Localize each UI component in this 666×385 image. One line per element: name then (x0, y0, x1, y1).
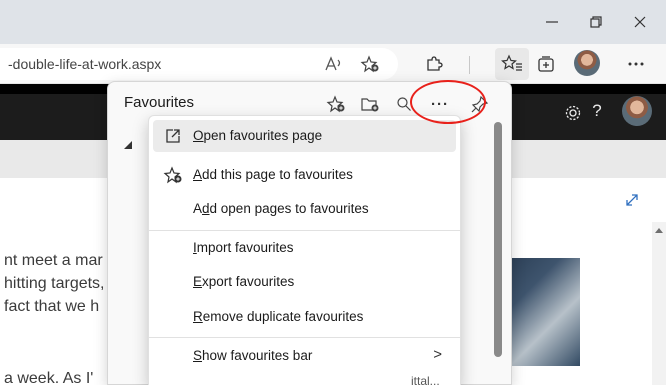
menu-item-remove-duplicates[interactable]: Remove duplicate favourites (153, 301, 456, 333)
menu-item-add-open-pages[interactable]: Add open pages to favourites (153, 193, 456, 225)
help-label: ? (592, 101, 602, 120)
menu-divider (149, 337, 460, 338)
minimize-icon (546, 21, 558, 23)
site-settings-button[interactable] (562, 102, 584, 124)
extensions-button[interactable] (420, 50, 448, 78)
window-title-bar (0, 0, 666, 44)
favourites-list-icon (501, 54, 522, 71)
menu-item-import-favourites[interactable]: Import favourites (153, 232, 456, 264)
scroll-up-arrow-icon[interactable] (655, 228, 663, 233)
read-aloud-icon (325, 56, 341, 71)
address-url: -double-life-at-work.aspx (8, 56, 162, 72)
menu-partial-text: ittal... (411, 374, 440, 385)
menu-item-label: Show favourites bar (193, 348, 313, 363)
site-profile-avatar[interactable] (622, 96, 652, 126)
browser-toolbar: -double-life-at-work.aspx (0, 44, 666, 84)
star-add-icon (360, 55, 379, 73)
menu-item-export-favourites[interactable]: Export favourites (153, 266, 456, 298)
favourites-more-menu: Open favourites page Add this page to fa… (148, 115, 461, 385)
toolbar-separator (469, 56, 470, 74)
restore-icon (590, 16, 602, 28)
close-icon (634, 16, 646, 28)
puzzle-icon (427, 56, 443, 71)
collections-button[interactable] (532, 50, 560, 78)
page-text-line: nt meet a mar (4, 252, 103, 269)
close-window-button[interactable] (618, 6, 662, 38)
restore-button[interactable] (574, 6, 618, 38)
menu-item-add-this-page[interactable]: Add this page to favourites (153, 159, 456, 191)
add-to-favourites-button[interactable] (356, 50, 384, 78)
menu-item-open-favourites-page[interactable]: Open favourites page (153, 120, 456, 152)
collections-icon (538, 56, 554, 72)
read-aloud-button[interactable] (320, 50, 348, 78)
star-add-icon (163, 165, 183, 185)
gear-icon (565, 105, 581, 121)
favourites-button[interactable] (495, 48, 529, 80)
chevron-right-icon: > (433, 346, 442, 363)
add-page-favourite-button[interactable] (322, 90, 350, 118)
page-text-line: hitting targets, (4, 275, 105, 292)
menu-item-label: Open favourites page (193, 128, 323, 143)
favourites-title: Favourites (124, 94, 195, 111)
menu-item-label: Add open pages to favourites (193, 201, 369, 216)
menu-divider (149, 230, 460, 231)
menu-item-label: Remove duplicate favourites (193, 309, 364, 324)
expand-folder-caret-icon[interactable] (124, 141, 132, 149)
expand-diagonal-icon (626, 194, 638, 206)
star-add-icon (326, 95, 345, 113)
add-folder-button[interactable] (356, 90, 384, 118)
folder-add-icon (361, 98, 379, 112)
minimize-button[interactable] (530, 6, 574, 38)
page-scrollbar[interactable] (652, 222, 666, 385)
profile-avatar[interactable] (574, 50, 600, 76)
settings-and-more-button[interactable] (622, 50, 650, 78)
page-text-line: fact that we h (4, 298, 100, 315)
more-icon (628, 62, 644, 66)
help-button[interactable]: ? (586, 100, 608, 122)
open-new-window-icon (163, 126, 183, 146)
flyout-scrollbar-thumb[interactable] (494, 122, 502, 357)
menu-item-label: Add this page to favourites (193, 167, 353, 182)
highlight-circle-annotation (410, 80, 486, 124)
menu-item-label: Export favourites (193, 274, 295, 289)
expand-button[interactable] (624, 192, 640, 213)
menu-item-show-favourites-bar[interactable]: Show favourites bar > (153, 340, 456, 372)
page-text-line: a week. As I' (4, 370, 94, 385)
menu-item-label: Import favourites (193, 240, 294, 255)
